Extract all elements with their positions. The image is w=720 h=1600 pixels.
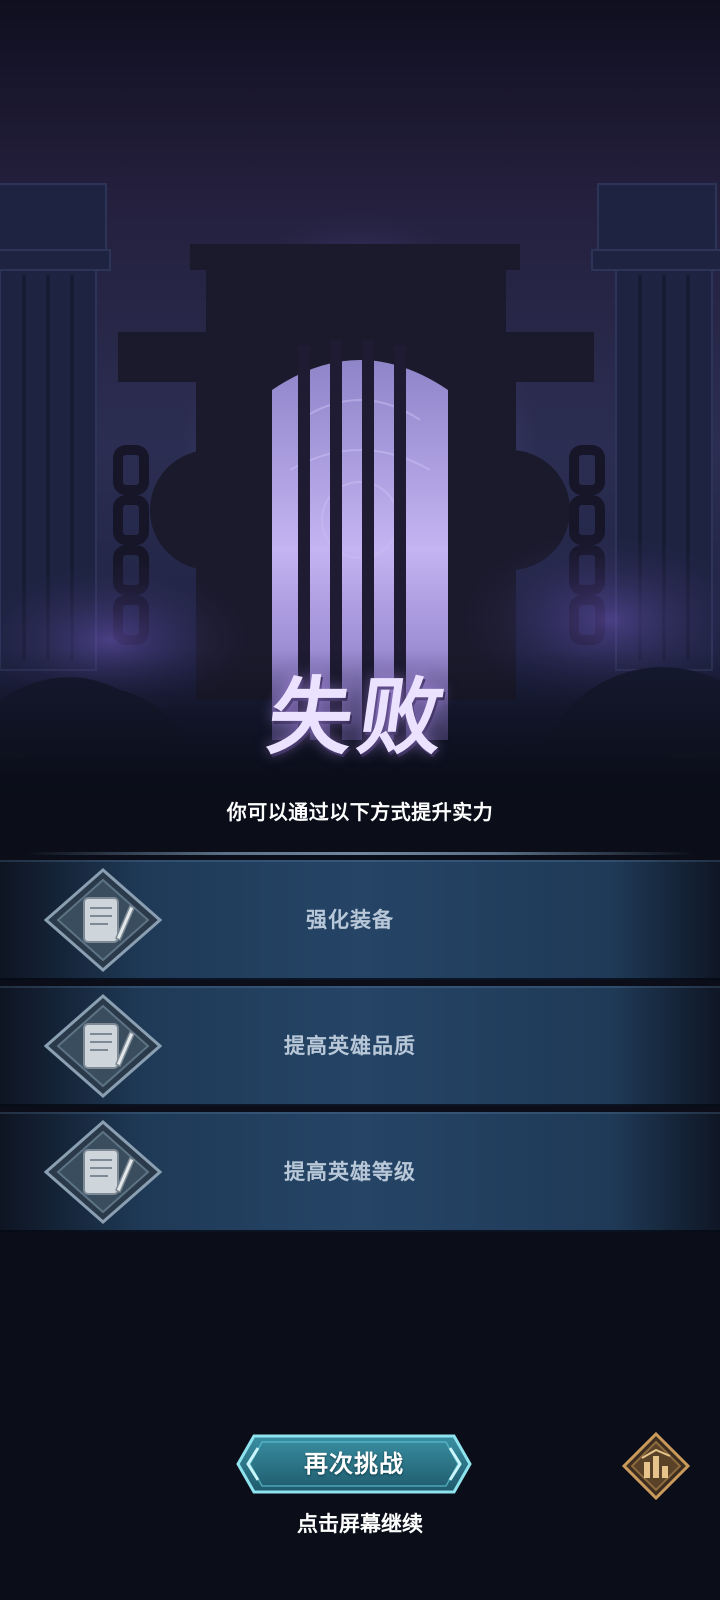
bar-chart-icon bbox=[621, 1431, 691, 1501]
divider bbox=[26, 852, 694, 855]
option-improve-hero-quality[interactable]: 提高英雄品质 bbox=[0, 986, 720, 1106]
option-label: 提高英雄等级 bbox=[284, 1160, 416, 1184]
defeat-title: 失败 bbox=[262, 668, 456, 766]
tap-to-continue-hint: 点击屏幕继续 bbox=[297, 1512, 423, 1536]
improve-hint-subtitle: 你可以通过以下方式提升实力 bbox=[226, 800, 494, 824]
retry-button-label: 再次挑战 bbox=[304, 1450, 404, 1478]
battle-stats-button[interactable] bbox=[621, 1431, 691, 1501]
option-label: 强化装备 bbox=[306, 908, 394, 932]
option-improve-hero-level[interactable]: 提高英雄等级 bbox=[0, 1112, 720, 1232]
option-label: 提高英雄品质 bbox=[284, 1034, 416, 1058]
option-enhance-equipment[interactable]: 强化装备 bbox=[0, 860, 720, 980]
retry-challenge-button[interactable]: 再次挑战 bbox=[236, 1432, 472, 1496]
